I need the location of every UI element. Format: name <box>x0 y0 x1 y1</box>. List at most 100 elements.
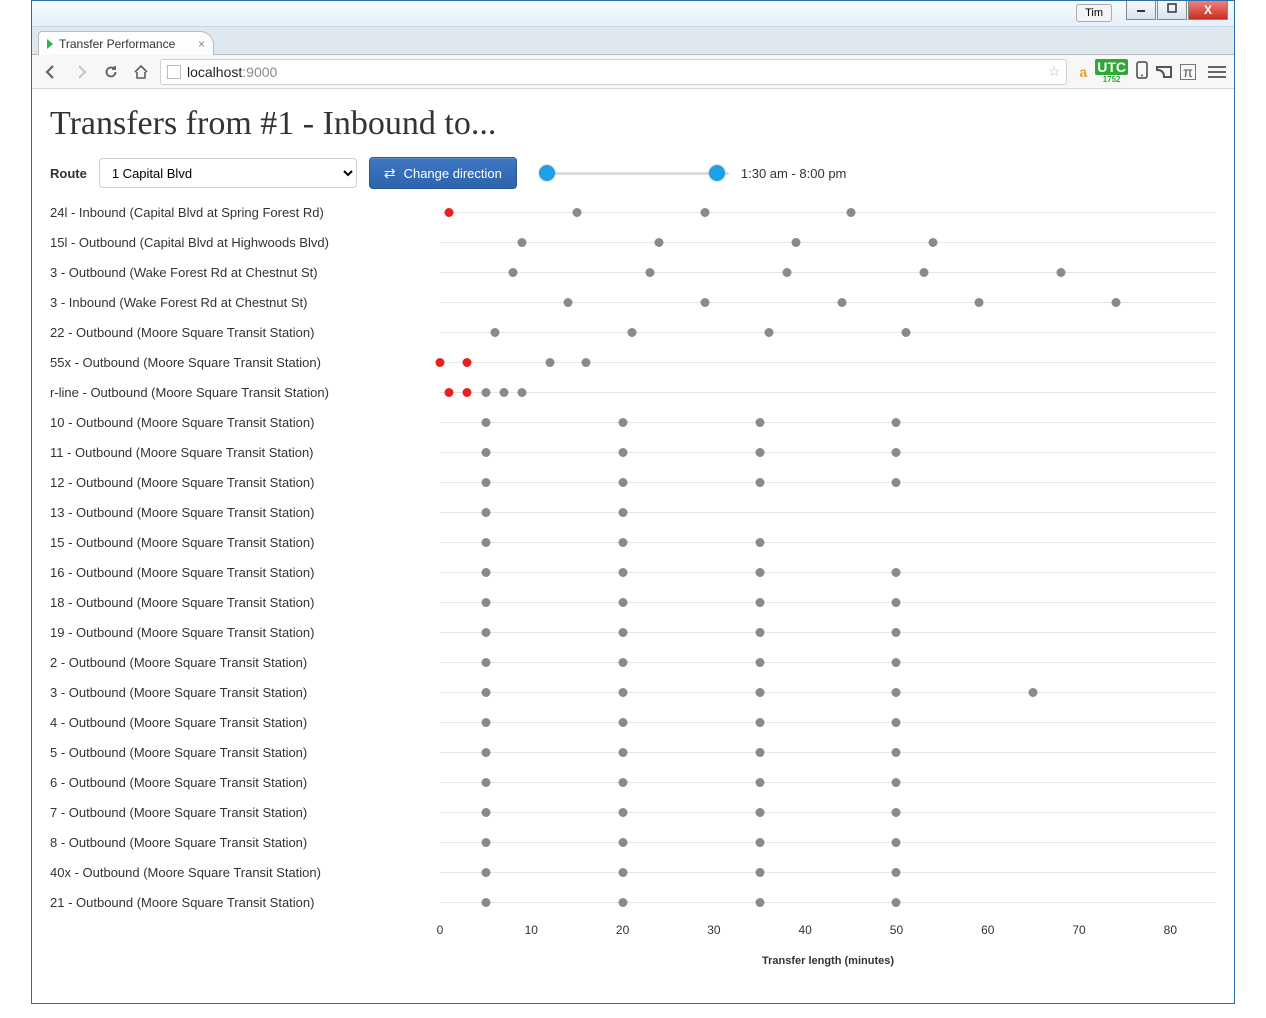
chart-data-point[interactable] <box>755 898 764 907</box>
chart-data-point[interactable] <box>974 298 983 307</box>
chart-data-point[interactable] <box>645 268 654 277</box>
chart-data-point[interactable] <box>563 298 572 307</box>
chart-data-point[interactable] <box>481 538 490 547</box>
cast-extension-icon[interactable] <box>1156 66 1172 78</box>
chart-data-point[interactable] <box>481 868 490 877</box>
chart-data-point[interactable] <box>755 448 764 457</box>
chart-data-point[interactable] <box>837 298 846 307</box>
nav-reload-button[interactable] <box>100 61 122 83</box>
chart-data-point[interactable] <box>764 328 773 337</box>
nav-forward-button[interactable] <box>70 61 92 83</box>
chart-data-point[interactable] <box>892 448 901 457</box>
chart-data-point[interactable] <box>755 688 764 697</box>
change-direction-button[interactable]: ⇄ Change direction <box>369 157 517 189</box>
chart-data-point[interactable] <box>518 388 527 397</box>
bookmark-star-icon[interactable]: ☆ <box>1048 63 1061 80</box>
chart-data-point[interactable] <box>582 358 591 367</box>
chart-data-point[interactable] <box>892 808 901 817</box>
chart-data-point[interactable] <box>755 418 764 427</box>
chart-data-point[interactable] <box>755 808 764 817</box>
phone-extension-icon[interactable] <box>1136 61 1148 82</box>
chart-data-point[interactable] <box>755 478 764 487</box>
chart-data-point[interactable] <box>481 838 490 847</box>
chart-data-point[interactable] <box>892 598 901 607</box>
tab-close-icon[interactable]: × <box>198 37 205 51</box>
chart-data-point[interactable] <box>755 538 764 547</box>
chart-data-point[interactable] <box>755 868 764 877</box>
chart-data-point[interactable] <box>481 778 490 787</box>
chart-data-point[interactable] <box>892 478 901 487</box>
chart-data-point[interactable] <box>1029 688 1038 697</box>
chart-data-point[interactable] <box>481 478 490 487</box>
chart-data-point[interactable] <box>892 778 901 787</box>
chart-data-point[interactable] <box>618 778 627 787</box>
chart-data-point[interactable] <box>481 418 490 427</box>
chart-data-point[interactable] <box>755 628 764 637</box>
chart-data-point[interactable] <box>755 718 764 727</box>
chart-data-point[interactable] <box>436 358 445 367</box>
user-pill[interactable]: Tim <box>1076 4 1112 22</box>
chart-data-point[interactable] <box>481 628 490 637</box>
chart-data-point[interactable] <box>892 568 901 577</box>
chart-data-point[interactable] <box>755 598 764 607</box>
chart-data-point[interactable] <box>892 748 901 757</box>
chart-data-point[interactable] <box>627 328 636 337</box>
amazon-extension-icon[interactable]: a <box>1079 64 1087 80</box>
utc-clock-extension-icon[interactable]: UTC 1752 <box>1095 59 1128 84</box>
slider-thumb-end[interactable] <box>709 165 725 181</box>
chart-data-point[interactable] <box>755 568 764 577</box>
chart-data-point[interactable] <box>481 448 490 457</box>
chart-data-point[interactable] <box>892 868 901 877</box>
chart-data-point[interactable] <box>481 658 490 667</box>
chart-data-point[interactable] <box>509 268 518 277</box>
chart-data-point[interactable] <box>481 508 490 517</box>
chart-data-point[interactable] <box>755 838 764 847</box>
chart-data-point[interactable] <box>481 388 490 397</box>
chart-data-point[interactable] <box>1111 298 1120 307</box>
slider-thumb-start[interactable] <box>539 165 555 181</box>
chart-data-point[interactable] <box>618 418 627 427</box>
chart-data-point[interactable] <box>618 688 627 697</box>
chart-data-point[interactable] <box>618 718 627 727</box>
chart-data-point[interactable] <box>481 568 490 577</box>
chart-data-point[interactable] <box>892 838 901 847</box>
chart-data-point[interactable] <box>792 238 801 247</box>
chart-data-point[interactable] <box>463 358 472 367</box>
chart-data-point[interactable] <box>618 838 627 847</box>
chart-data-point[interactable] <box>463 388 472 397</box>
chart-data-point[interactable] <box>618 598 627 607</box>
chart-data-point[interactable] <box>700 208 709 217</box>
browser-menu-button[interactable] <box>1208 66 1226 78</box>
chart-data-point[interactable] <box>618 898 627 907</box>
address-bar[interactable]: localhost:9000 ☆ <box>160 59 1067 85</box>
route-select[interactable]: 1 Capital Blvd <box>99 158 357 188</box>
pi-extension-icon[interactable]: π <box>1180 64 1196 80</box>
chart-data-point[interactable] <box>892 898 901 907</box>
chart-data-point[interactable] <box>655 238 664 247</box>
nav-back-button[interactable] <box>40 61 62 83</box>
chart-data-point[interactable] <box>618 658 627 667</box>
chart-data-point[interactable] <box>481 898 490 907</box>
chart-data-point[interactable] <box>782 268 791 277</box>
time-range-slider[interactable] <box>539 164 729 182</box>
chart-data-point[interactable] <box>892 718 901 727</box>
chart-data-point[interactable] <box>618 748 627 757</box>
chart-data-point[interactable] <box>518 238 527 247</box>
chart-data-point[interactable] <box>490 328 499 337</box>
chart-data-point[interactable] <box>481 598 490 607</box>
chart-data-point[interactable] <box>618 568 627 577</box>
chart-data-point[interactable] <box>700 298 709 307</box>
chart-data-point[interactable] <box>618 538 627 547</box>
chart-data-point[interactable] <box>755 748 764 757</box>
chart-data-point[interactable] <box>481 718 490 727</box>
chart-data-point[interactable] <box>572 208 581 217</box>
chart-data-point[interactable] <box>618 628 627 637</box>
chart-data-point[interactable] <box>481 688 490 697</box>
chart-data-point[interactable] <box>755 778 764 787</box>
nav-home-button[interactable] <box>130 61 152 83</box>
chart-data-point[interactable] <box>618 448 627 457</box>
window-maximize-button[interactable] <box>1157 1 1187 20</box>
chart-data-point[interactable] <box>445 208 454 217</box>
chart-data-point[interactable] <box>445 388 454 397</box>
chart-data-point[interactable] <box>755 658 764 667</box>
